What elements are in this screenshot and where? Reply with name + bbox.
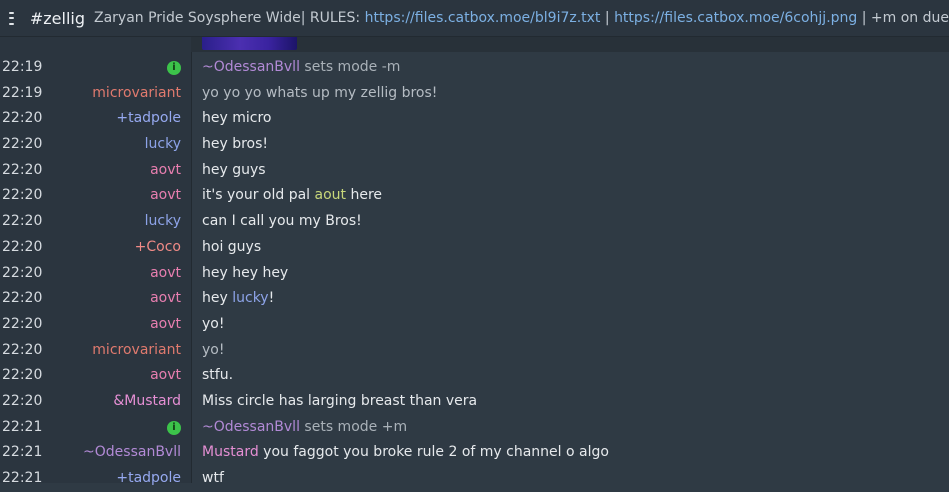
message-text: hey lucky! xyxy=(202,286,274,312)
message-text-part: you faggot you broke rule 2 of my channe… xyxy=(258,444,609,461)
message-nick[interactable]: +tadpole xyxy=(116,466,181,492)
previous-embed-preview xyxy=(191,37,949,52)
embed-thumbnail[interactable] xyxy=(202,37,297,50)
message-nick[interactable]: aovt xyxy=(150,286,181,312)
message-row: 22:21 +tadpole wtf xyxy=(0,466,949,492)
message-text: hey guys xyxy=(202,161,266,178)
message-timestamp: 22:20 xyxy=(2,110,43,127)
message-text: yo! xyxy=(202,341,225,358)
message-row: 22:20 lucky can I call you my Bros! xyxy=(0,209,949,235)
message-row: 22:20 aovt yo! xyxy=(0,312,949,338)
topic-separator: | xyxy=(600,10,615,26)
message-row: 22:20 lucky hey bros! xyxy=(0,132,949,158)
message-timestamp: 22:20 xyxy=(2,392,43,409)
message-timestamp: 22:21 xyxy=(2,418,43,435)
message-nick[interactable]: aovt xyxy=(150,312,181,338)
message-nick[interactable]: aovt xyxy=(150,158,181,184)
message-nick[interactable]: &Mustard xyxy=(113,389,181,415)
message-text: hoi guys xyxy=(202,238,262,255)
message-text: stfu. xyxy=(202,367,234,384)
message-text: hey bros! xyxy=(202,136,269,153)
channel-name: #zellig xyxy=(29,8,85,28)
message-row: 22:20 aovt hey hey hey xyxy=(0,261,949,287)
message-timestamp: 22:20 xyxy=(2,290,43,307)
message-nick[interactable]: lucky xyxy=(145,209,181,235)
topic-link-rules[interactable]: https://files.catbox.moe/bl9i7z.txt xyxy=(365,10,601,26)
topic-link-image[interactable]: https://files.catbox.moe/6cohjj.png xyxy=(614,10,857,26)
message-timestamp: 22:20 xyxy=(2,238,43,255)
mode-setter-nick[interactable]: ~OdessanBvll xyxy=(202,419,300,435)
message-row: 22:19 microvariant yo yo yo whats up my ze… xyxy=(0,81,949,107)
message-nick[interactable]: ~OdessanBvll xyxy=(83,440,181,466)
message-text: Miss circle has larging breast than vera xyxy=(202,392,478,409)
message-nick[interactable]: +tadpole xyxy=(116,106,181,132)
message-nick[interactable]: aovt xyxy=(150,363,181,389)
message-nick[interactable]: aovt xyxy=(150,261,181,287)
message-timestamp: 22:20 xyxy=(2,315,43,332)
mentioned-nick[interactable]: Mustard xyxy=(202,444,259,460)
message-text-part: it's your old pal xyxy=(202,187,315,204)
message-timestamp: 22:19 xyxy=(2,84,43,101)
message-row: 22:20 aovt hey guys xyxy=(0,158,949,184)
message-timestamp: 22:20 xyxy=(2,341,43,358)
channel-topic: Zaryan Pride Soysphere Wide| RULES: http… xyxy=(94,10,949,26)
message-row: 22:20 aovt stfu. xyxy=(0,363,949,389)
message-timestamp: 22:20 xyxy=(2,161,43,178)
message-timestamp: 22:19 xyxy=(2,59,43,75)
message-timestamp: 22:21 xyxy=(2,470,43,486)
message-row: 22:20 aovt it's your old pal aout here xyxy=(0,183,949,209)
message-timestamp: 22:20 xyxy=(2,213,43,230)
mentioned-nick[interactable]: lucky xyxy=(232,290,268,306)
message-row: 22:21 ~OdessanBvll Mustard you faggot you … xyxy=(0,440,949,466)
info-icon: i xyxy=(167,420,181,435)
message-row: 22:20 +tadpole hey micro xyxy=(0,106,949,132)
mentioned-nick[interactable]: aout xyxy=(315,187,347,203)
mode-setter-nick[interactable]: ~OdessanBvll xyxy=(202,59,300,75)
message-timestamp: 22:20 xyxy=(2,136,43,153)
message-text: can I call you my Bros! xyxy=(202,213,362,230)
message-nick[interactable]: lucky xyxy=(145,132,181,158)
message-timestamp: 22:21 xyxy=(2,444,43,461)
message-row: 22:20 +Coco hoi guys xyxy=(0,235,949,261)
message-row: 22:21 i ~OdessanBvll sets mode +m xyxy=(0,415,949,441)
message-text: ~OdessanBvll sets mode -m xyxy=(202,55,400,81)
message-nick[interactable]: +Coco xyxy=(135,235,181,261)
message-text-part: here xyxy=(346,187,383,204)
message-nick[interactable]: aovt xyxy=(150,183,181,209)
message-text: wtf xyxy=(202,470,224,486)
message-list: 22:19 i ~OdessanBvll sets mode -m 22:19 micr… xyxy=(0,55,949,492)
info-icon: i xyxy=(167,61,181,75)
message-text: it's your old pal aout here xyxy=(202,183,382,209)
message-text: hey micro xyxy=(202,110,272,127)
message-row: 22:19 i ~OdessanBvll sets mode -m xyxy=(0,55,949,81)
message-timestamp: 22:20 xyxy=(2,367,43,384)
topic-text: Zaryan Pride Soysphere Wide| RULES: xyxy=(93,10,365,26)
hamburger-menu-icon[interactable] xyxy=(9,11,14,25)
message-timestamp: 22:20 xyxy=(2,264,43,281)
message-text: hey hey hey xyxy=(202,264,289,281)
message-text-part: hey xyxy=(202,290,233,307)
message-text: Mustard you faggot you broke rule 2 of m… xyxy=(202,440,609,466)
message-text-part: ! xyxy=(268,290,275,307)
message-nick[interactable]: microvariant xyxy=(92,81,181,107)
message-text: ~OdessanBvll sets mode +m xyxy=(202,415,407,441)
message-nick[interactable]: microvariant xyxy=(92,338,181,364)
mode-change-text: sets mode -m xyxy=(299,59,401,75)
message-text: yo! xyxy=(202,315,225,332)
channel-header: #zellig Zaryan Pride Soysphere Wide| RUL… xyxy=(0,0,949,37)
mode-change-text: sets mode +m xyxy=(299,418,408,435)
message-row: 22:20 aovt hey lucky! xyxy=(0,286,949,312)
message-row: 22:20 microvariant yo! xyxy=(0,338,949,364)
message-timestamp: 22:20 xyxy=(2,187,43,204)
message-row: 22:20 &Mustard Miss circle has larging bre… xyxy=(0,389,949,415)
topic-suffix: | +m on due xyxy=(857,10,949,26)
message-text: yo yo yo whats up my zellig bros! xyxy=(202,84,438,101)
